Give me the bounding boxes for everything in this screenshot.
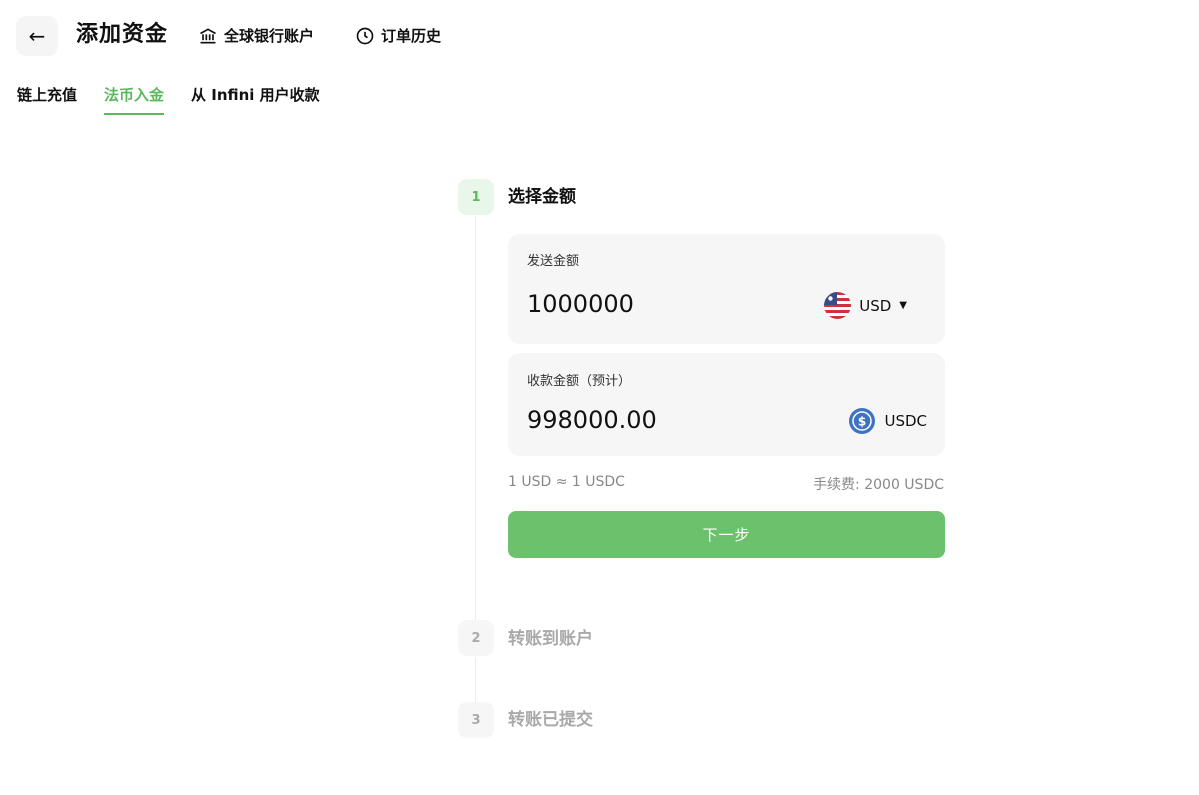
fee-text: 手续费: 2000 USDC <box>813 477 944 493</box>
exchange-rate: 1 USD ≈ 1 USDC <box>508 474 625 490</box>
global-bank-account-link[interactable]: 全球银行账户 <box>198 24 314 48</box>
send-amount-input[interactable]: 1000000 <box>527 290 634 318</box>
tab-onchain-deposit[interactable]: 链上充值 <box>17 84 77 115</box>
next-button[interactable]: 下一步 <box>508 511 945 558</box>
step-2-title: 转账到账户 <box>508 629 593 649</box>
tab-bar: 链上充值 法币入金 从 Infini 用户收款 <box>17 84 320 115</box>
receive-currency-code: USDC <box>884 412 927 430</box>
usdc-icon: $ <box>849 408 876 434</box>
step-3-title: 转账已提交 <box>508 710 593 730</box>
send-amount-label: 发送金额 <box>527 254 580 269</box>
tab-fiat-deposit[interactable]: 法币入金 <box>104 84 165 115</box>
step-1-number: 1 <box>458 179 494 215</box>
receive-amount-value: 998000.00 <box>527 406 657 434</box>
receive-amount-label: 收款金额（预计） <box>527 374 632 389</box>
chevron-down-icon: ▼ <box>899 300 907 311</box>
history-link-label: 订单历史 <box>381 27 442 45</box>
send-currency-select[interactable]: USD ▼ <box>824 292 907 319</box>
back-button[interactable]: ← <box>16 16 58 56</box>
step-connector <box>475 657 476 702</box>
step-connector <box>475 216 476 620</box>
bank-link-label: 全球银行账户 <box>224 27 315 45</box>
svg-text:$: $ <box>858 415 866 429</box>
page-title: 添加资金 <box>76 22 169 47</box>
receive-amount-card: 收款金额（预计） 998000.00 $ USDC <box>508 353 945 456</box>
order-history-link[interactable]: 订单历史 <box>355 24 441 48</box>
us-flag-icon <box>824 292 852 319</box>
step-1-title: 选择金额 <box>508 187 576 207</box>
step-2-number: 2 <box>458 620 494 656</box>
bank-icon <box>200 28 216 44</box>
send-amount-card[interactable]: 发送金额 1000000 USD ▼ <box>508 234 945 344</box>
step-3-number: 3 <box>458 702 494 738</box>
receive-currency: $ USDC <box>848 407 927 435</box>
arrow-left-icon: ← <box>28 24 46 48</box>
clock-icon <box>356 27 374 45</box>
send-currency-code: USD <box>859 296 892 315</box>
tab-receive-from-infini[interactable]: 从 Infini 用户收款 <box>191 84 320 115</box>
